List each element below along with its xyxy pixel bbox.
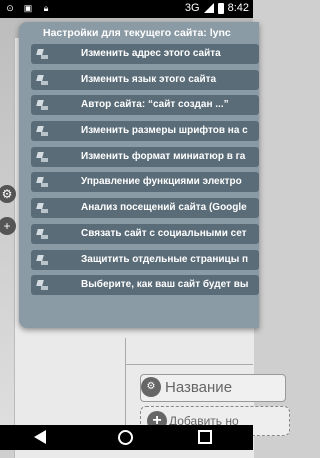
menu-item-label: Управление функциями электро <box>81 176 242 188</box>
menu-item-label: Связать сайт с социальными сет <box>81 227 247 239</box>
menu-item-change-address[interactable]: Изменить адрес этого сайта <box>31 44 259 64</box>
notification-icon: ⊙ <box>6 3 14 13</box>
home-icon[interactable] <box>118 430 133 445</box>
site-settings-popup: Настройки для текущего сайта: lync Измен… <box>19 22 259 328</box>
battery-icon <box>217 2 224 14</box>
hammer-icon <box>35 124 49 138</box>
name-field-label: Название <box>165 379 233 396</box>
menu-item-electronic-functions[interactable]: Управление функциями электро <box>31 172 259 193</box>
hammer-icon <box>35 201 49 215</box>
divider <box>125 364 253 365</box>
menu-item-protect-pages[interactable]: Защитить отдельные страницы п <box>31 249 259 270</box>
status-left-icons: ⊙ ▣ 🔒︎ <box>4 2 52 14</box>
menu-item-change-language[interactable]: Изменить язык этого сайта <box>31 69 259 90</box>
popup-title: Настройки для текущего сайта: lync <box>43 27 231 39</box>
status-bar: ⊙ ▣ 🔒︎ 3G 8:42 <box>0 0 253 18</box>
image-icon: ▣ <box>23 3 33 13</box>
hammer-icon <box>35 175 49 189</box>
hammer-icon <box>35 98 49 112</box>
status-right: 3G 8:42 <box>185 2 249 14</box>
hammer-icon <box>35 150 49 164</box>
menu-item-label: Анализ посещений сайта (Google <box>81 202 247 214</box>
hammer-icon <box>35 47 49 61</box>
menu-item-label: Изменить язык этого сайта <box>81 73 217 85</box>
recent-apps-icon[interactable] <box>198 430 212 444</box>
menu-item-label: Изменить формат миниатюр в га <box>81 150 246 162</box>
signal-icon <box>203 3 214 13</box>
clock: 8:42 <box>227 2 249 14</box>
settings-icon: ⚙ <box>141 377 161 397</box>
menu-item-label: Выберите, как ваш сайт будет вы <box>81 279 249 291</box>
menu-item-social-networks[interactable]: Связать сайт с социальными сет <box>31 223 259 244</box>
menu-item-thumbnail-format[interactable]: Изменить формат миниатюр в га <box>31 146 259 167</box>
settings-menu: Изменить адрес этого сайта Изменить язык… <box>31 44 259 301</box>
menu-item-label: Изменить размеры шрифтов на с <box>81 125 248 137</box>
lock-icon: 🔒︎ <box>43 3 49 13</box>
menu-item-visit-analytics[interactable]: Анализ посещений сайта (Google <box>31 198 259 219</box>
navigation-bar <box>0 425 253 450</box>
name-field[interactable]: ⚙ Название <box>140 374 286 402</box>
hammer-icon <box>35 73 49 87</box>
menu-item-label: Защитить отдельные страницы п <box>81 253 249 265</box>
network-type: 3G <box>184 2 200 14</box>
menu-item-label: Изменить адрес этого сайта <box>81 48 221 59</box>
menu-item-site-appearance[interactable]: Выберите, как ваш сайт будет вы <box>31 275 259 296</box>
menu-item-site-author[interactable]: Автор сайта: “сайт создан ...” <box>31 95 259 116</box>
hammer-icon <box>35 253 49 267</box>
back-icon[interactable] <box>34 430 46 444</box>
hammer-icon <box>35 278 49 292</box>
menu-item-label: Автор сайта: “сайт создан ...” <box>81 99 229 111</box>
hammer-icon <box>35 227 49 241</box>
menu-item-font-sizes[interactable]: Изменить размеры шрифтов на с <box>31 121 259 142</box>
